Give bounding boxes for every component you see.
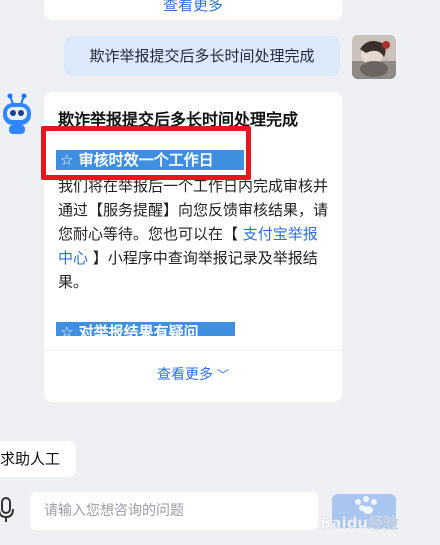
answer-body-part2: 】小程序中查询举报记录及举报结果。 [58,249,318,291]
human-help-button[interactable]: 求助人工 [0,441,76,477]
chat-screen: 查看更多 欺诈举报提交后多长时间处理完成 欺诈举报提交后多长时间处理完成 ☆ 审… [0,0,440,545]
robot-icon [3,93,31,134]
section-heading-result-question: ☆ 对举报结果有疑问 [56,322,235,336]
card-divider [44,350,342,351]
user-message-bubble: 欺诈举报提交后多长时间处理完成 [64,36,340,76]
chevron-down-icon: ﹀ [216,368,229,382]
assistant-avatar [0,92,34,136]
human-help-label: 求助人工 [0,450,61,468]
previous-answer-card: 查看更多 [44,0,342,20]
microphone-icon[interactable] [0,497,14,523]
user-avatar[interactable] [352,35,396,79]
previous-see-more-link[interactable]: 查看更多 [44,0,342,15]
answer-body-text: 我们将在举报后一个工作日内完成审核并通过【服务提醒】向您反馈审核结果，请您耐心等… [58,174,330,294]
user-avatar-image [352,35,396,79]
highlight-annotation-box [41,126,251,180]
see-more-button[interactable]: 查看更多 ﹀ [44,364,342,384]
baidu-paw-logo: Baidu经验 [320,496,399,532]
watermark-text: Baidu经验 [320,514,399,532]
question-input[interactable] [30,492,318,530]
microphone-icon-svg [0,497,14,522]
see-more-label: 查看更多 [156,367,213,383]
baidu-jingyan-watermark: Baidu经验 [318,490,438,540]
